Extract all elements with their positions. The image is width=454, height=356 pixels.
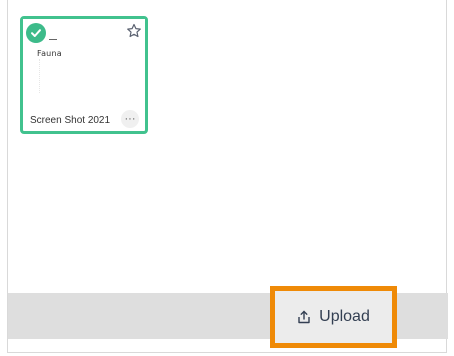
star-icon[interactable] — [126, 23, 142, 39]
check-circle-icon[interactable] — [26, 23, 46, 43]
more-options-button[interactable]: ··· — [121, 110, 139, 128]
more-horizontal-icon: ··· — [124, 112, 136, 125]
thumbnail-mark — [49, 39, 57, 40]
file-name: Screen Shot 2021 — [30, 115, 111, 126]
file-thumbnail[interactable]: Fauna — [23, 19, 145, 95]
thumbnail-guide — [39, 59, 41, 93]
upload-label: Upload — [319, 308, 370, 325]
thumbnail-text: Fauna — [37, 49, 62, 58]
upload-icon — [298, 310, 310, 324]
upload-button[interactable]: Upload — [270, 286, 397, 348]
file-card[interactable]: Fauna Screen Shot 2021 ··· — [20, 16, 148, 134]
